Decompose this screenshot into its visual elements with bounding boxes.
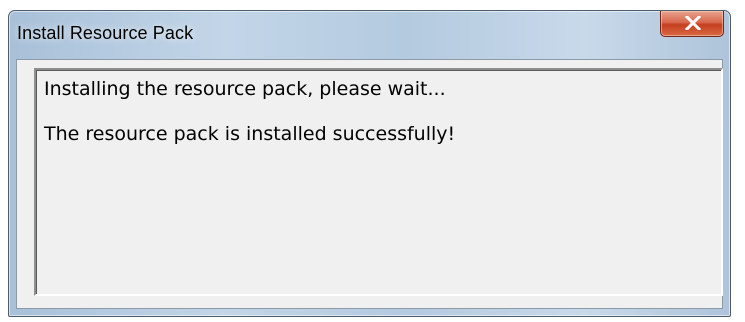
- dialog-client-area: Installing the resource pack, please wai…: [16, 59, 723, 309]
- log-line-installing: Installing the resource pack, please wai…: [44, 78, 446, 100]
- install-log-box: Installing the resource pack, please wai…: [34, 68, 723, 296]
- close-x-icon: [685, 16, 701, 30]
- install-resource-pack-dialog: Install Resource Pack Installing the res…: [8, 10, 731, 317]
- log-line-success: The resource pack is installed successfu…: [44, 123, 456, 145]
- title-bar[interactable]: Install Resource Pack: [9, 11, 730, 59]
- close-button[interactable]: [660, 11, 724, 37]
- window-title: Install Resource Pack: [17, 23, 194, 43]
